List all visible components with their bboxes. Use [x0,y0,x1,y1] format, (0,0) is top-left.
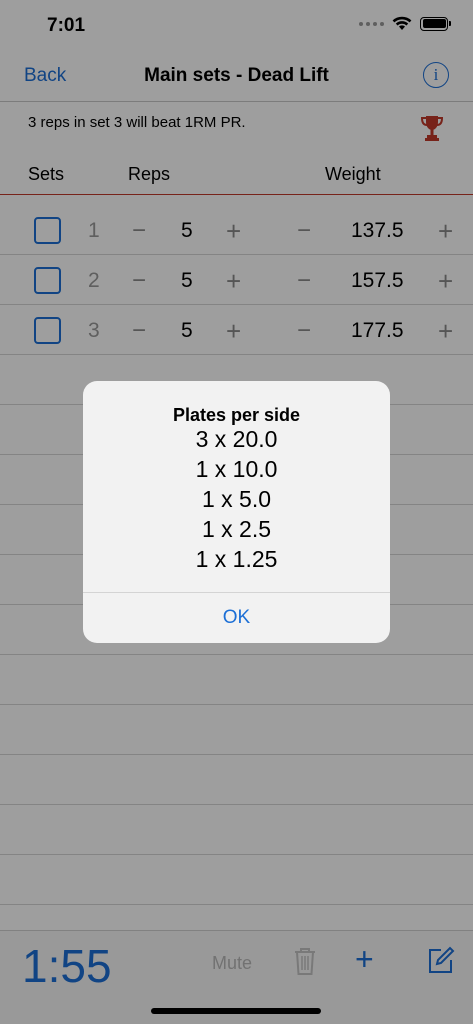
plate-line: 1 x 1.25 [195,546,278,572]
plate-line: 1 x 2.5 [201,516,272,542]
plate-line: 1 x 10.0 [195,456,278,482]
plate-line: 3 x 20.0 [195,426,278,452]
plate-line: 1 x 5.0 [201,486,272,512]
alert-title: Plates per side [172,405,301,425]
plates-list: 3 x 20.0 1 x 10.0 1 x 5.0 1 x 2.5 1 x 1.… [83,424,390,574]
ok-button[interactable]: OK [83,593,390,643]
plates-alert-dialog: Plates per side 3 x 20.0 1 x 10.0 1 x 5.… [83,381,390,643]
